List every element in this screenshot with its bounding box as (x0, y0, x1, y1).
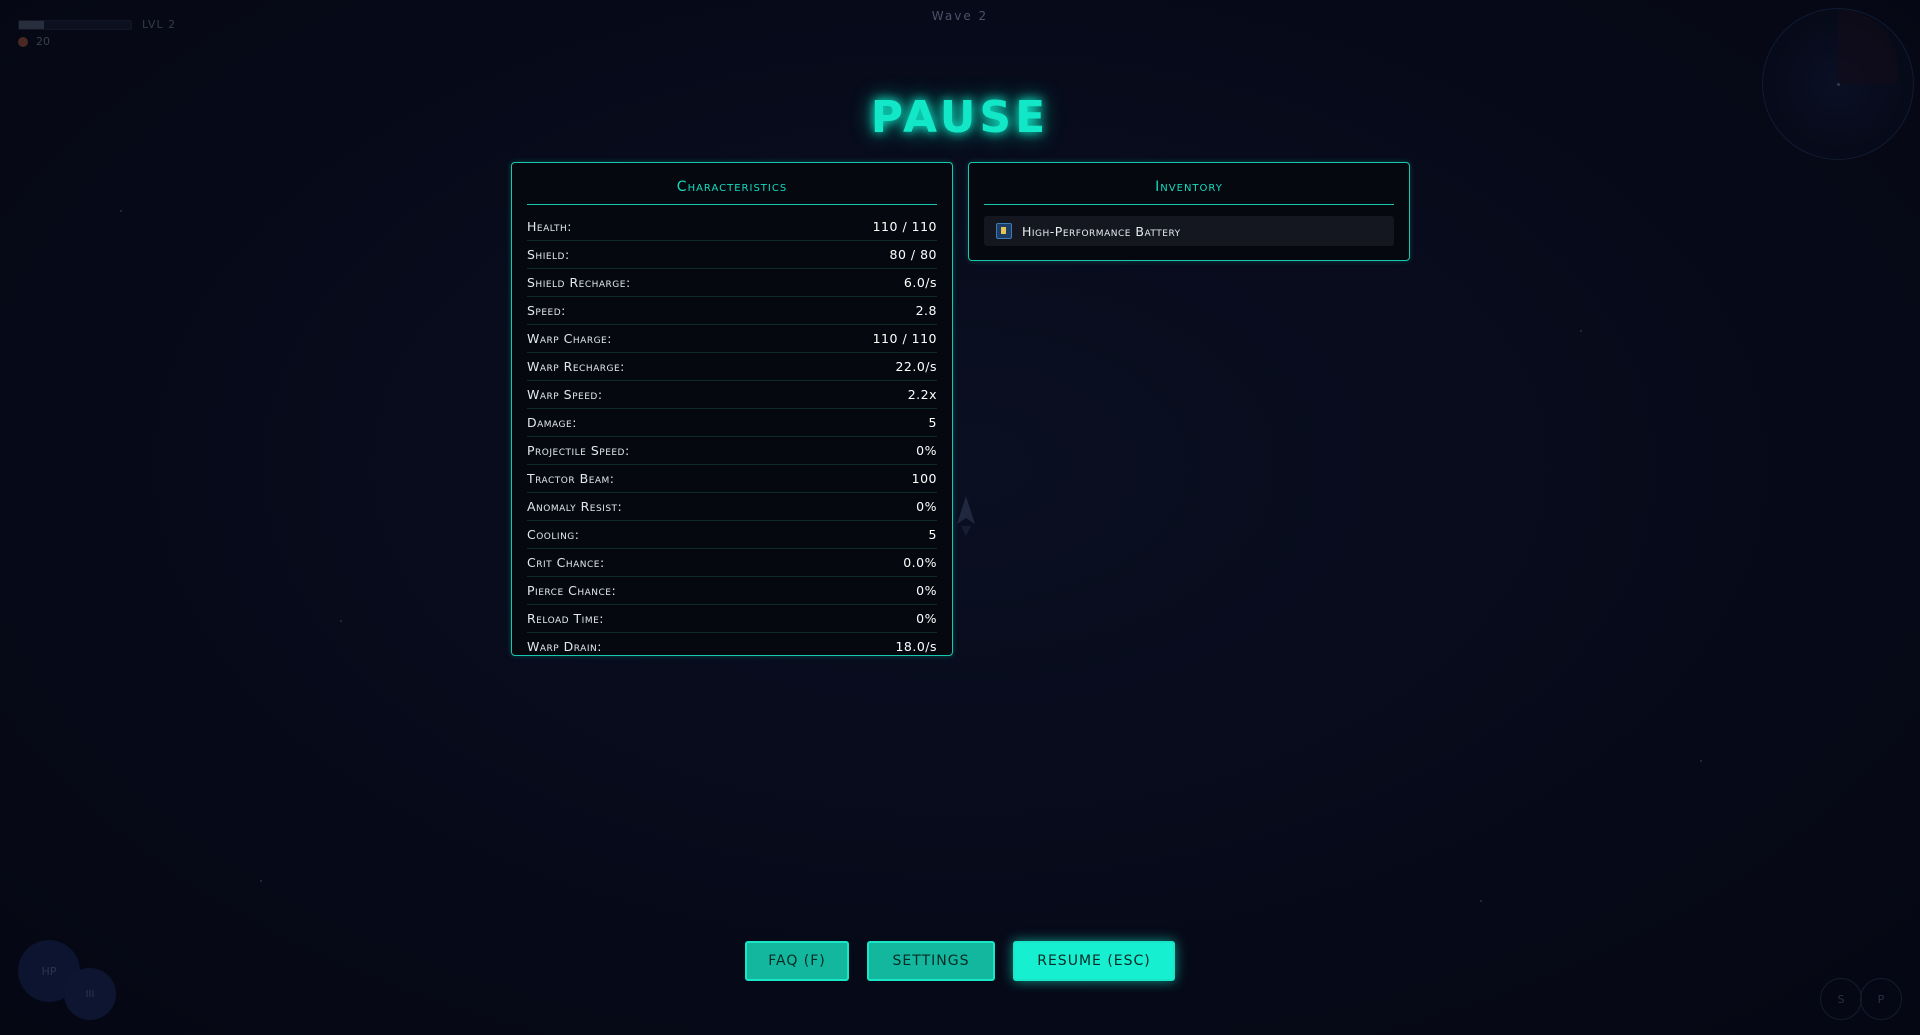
stat-label: Anomaly Resist: (527, 499, 623, 514)
stat-label: Warp Speed: (527, 387, 603, 402)
radar-player-dot (1837, 83, 1840, 86)
characteristics-heading: Characteristics (527, 179, 937, 205)
player-ship-icon (957, 496, 975, 536)
ability-s-label: S (1837, 992, 1845, 1006)
stat-value: 110 / 110 (872, 219, 937, 234)
stat-label: Reload Time: (527, 611, 605, 626)
resume-button[interactable]: RESUME (ESC) (1013, 941, 1175, 981)
stat-label: Tractor Beam: (527, 471, 615, 486)
battery-icon (996, 223, 1012, 239)
stat-row: Shield: 80 / 80 (527, 241, 937, 269)
stat-value: 0% (916, 499, 937, 514)
stat-row: Damage: 5 (527, 409, 937, 437)
star (120, 210, 122, 212)
star (1580, 330, 1582, 332)
stat-row: Projectile Speed: 0% (527, 437, 937, 465)
stat-value: 6.0/s (903, 275, 937, 290)
stat-row: Reload Time: 0% (527, 605, 937, 633)
coin-icon (18, 36, 28, 47)
settings-button[interactable]: SETTINGS (867, 941, 995, 981)
stat-label: Cooling: (527, 527, 580, 542)
stat-row: Shield Recharge: 6.0/s (527, 269, 937, 297)
stat-row: Warp Charge: 110 / 110 (527, 325, 937, 353)
stat-value: 2.2x (907, 387, 937, 402)
stat-value: 110 / 110 (872, 331, 937, 346)
characteristics-panel: Characteristics Health: 110 / 110 Shield: 8… (511, 162, 953, 656)
stat-row: Anomaly Resist: 0% (527, 493, 937, 521)
inventory-item[interactable]: High-Performance Battery (984, 216, 1394, 246)
stat-row: Health: 110 / 110 (527, 213, 937, 241)
star (260, 880, 262, 882)
stat-value: 22.0/s (895, 359, 937, 374)
stat-label: Shield: (527, 247, 570, 262)
stat-value: 0% (916, 583, 937, 598)
stat-row: Speed: 2.8 (527, 297, 937, 325)
stat-row: Warp Drain: 18.0/s (527, 633, 937, 660)
stat-row: Cooling: 5 (527, 521, 937, 549)
stat-row: Pierce Chance: 0% (527, 577, 937, 605)
stat-value: 5 (928, 527, 937, 542)
stat-label: Pierce Chance: (527, 583, 617, 598)
stat-list: Health: 110 / 110 Shield: 80 / 80 Shield Rec… (527, 213, 937, 660)
stat-label: Crit Chance: (527, 555, 605, 570)
inventory-item-name: High-Performance Battery (1022, 223, 1181, 239)
coin-counter: 20 (18, 35, 50, 48)
stat-row: Tractor Beam: 100 (527, 465, 937, 493)
stat-row: Warp Speed: 2.2x (527, 381, 937, 409)
stat-value: 0% (916, 443, 937, 458)
stat-label: Warp Recharge: (527, 359, 625, 374)
stat-value: 0% (916, 611, 937, 626)
stat-label: Projectile Speed: (527, 443, 630, 458)
star (340, 620, 342, 622)
stat-label: Shield Recharge: (527, 275, 631, 290)
ability-p-label: P (1877, 992, 1885, 1006)
stat-value: 5 (928, 415, 937, 430)
ability-p-button[interactable]: P (1860, 978, 1902, 1020)
coin-count: 20 (36, 35, 50, 48)
stat-row: Warp Recharge: 22.0/s (527, 353, 937, 381)
inventory-heading: Inventory (984, 179, 1394, 205)
stat-value: 100 (911, 471, 937, 486)
stat-label: Warp Charge: (527, 331, 612, 346)
star (1700, 760, 1702, 762)
shield-label: III (85, 988, 95, 1000)
stat-row: Crit Chance: 0.0% (527, 549, 937, 577)
game-stage: LVL 2 20 Wave 2 HP III S P PAUSE Charact… (0, 0, 1920, 1035)
stat-value: 80 / 80 (889, 247, 937, 262)
stat-label: Health: (527, 219, 572, 234)
stat-value: 18.0/s (895, 639, 937, 654)
stat-value: 0.0% (903, 555, 937, 570)
faq-button[interactable]: FAQ (F) (745, 941, 849, 981)
wave-label: Wave 2 (931, 9, 989, 23)
stat-label: Warp Drain: (527, 639, 602, 654)
star (1480, 900, 1482, 902)
stat-label: Damage: (527, 415, 577, 430)
stat-label: Speed: (527, 303, 566, 318)
pause-title: PAUSE (870, 92, 1050, 143)
pause-buttons: FAQ (F) SETTINGS RESUME (ESC) (0, 941, 1920, 981)
ability-s-button[interactable]: S (1820, 978, 1862, 1020)
stat-value: 2.8 (915, 303, 937, 318)
inventory-panel: Inventory High-Performance Battery (968, 162, 1410, 261)
